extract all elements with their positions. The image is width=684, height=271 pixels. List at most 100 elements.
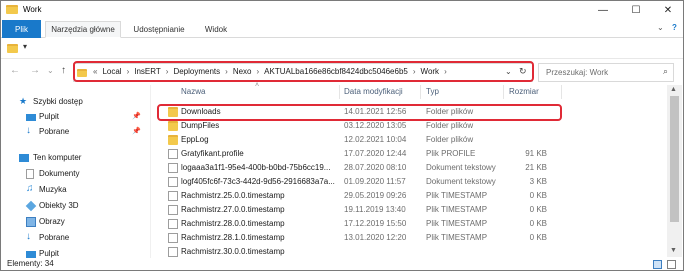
file-type: Folder plików [426,121,474,130]
qat-dropdown-icon[interactable]: ▾ [23,42,27,51]
desktop-icon [26,251,36,258]
tab-plik[interactable]: Plik [2,20,41,38]
tab-home[interactable]: Narzędzia główne [45,21,121,38]
pin-icon[interactable]: 📌 [132,112,141,120]
scrollbar-thumb[interactable] [670,96,679,222]
scroll-up-icon[interactable]: ▲ [670,86,677,93]
forward-icon[interactable]: → [30,65,40,76]
explorer-window: Work — ☐ ✕ Plik Narzędzia główne Udostęp… [0,0,684,271]
file-size: 0 KB [529,233,547,242]
file-name: Rachmistrz.27.0.0.timestamp [181,205,285,214]
up-icon[interactable]: ↑ [61,65,66,76]
column-header-type[interactable]: Typ [426,87,439,96]
file-list: Nazwa ˄ Data modyfikacji Typ Rozmiar Dow… [151,82,681,259]
file-modified: 17.12.2019 15:50 [344,219,407,228]
close-button[interactable]: ✕ [652,1,683,19]
file-name: logf405fc6f-73c3-442d-9d56-2916683a7a... [181,177,335,186]
minimize-button[interactable]: — [587,1,619,19]
file-type: Folder plików [426,135,474,144]
nav-item-pobrane[interactable]: ↓ Pobrane 📌 [1,125,149,139]
file-type: Dokument tekstowy [426,177,496,186]
nav-item-pobrane-pc[interactable]: ↓ Pobrane [1,231,149,245]
file-row[interactable]: DumpFiles 03.12.2020 13:05 Folder plików [151,119,651,132]
details-view-icon[interactable] [653,260,662,269]
nav-item-this-pc[interactable]: Ten komputer [1,151,149,165]
folder-icon [6,5,18,14]
file-row[interactable]: logf405fc6f-73c3-442d-9d56-2916683a7a...… [151,175,651,188]
file-row[interactable]: Rachmistrz.28.0.0.timestamp 17.12.2019 1… [151,217,651,230]
navigation-pane: ★ Szybki dostęp Pulpit 📌 ↓ Pobrane 📌 Ten… [1,85,149,259]
nav-item-obrazy[interactable]: Obrazy [1,215,149,229]
file-row[interactable]: Gratyfikant.profile 17.07.2020 12:44 Pli… [151,147,651,160]
file-icon [168,205,178,215]
file-type: Plik PROFILE [426,149,476,158]
text-file-icon [168,177,178,187]
file-size: 0 KB [529,205,547,214]
status-bar: Elementy: 34 [1,258,683,270]
file-name: DumpFiles [181,121,220,130]
ribbon-expand-icon[interactable]: ⌄ [657,23,664,32]
title-bar[interactable]: Work — ☐ ✕ [1,1,683,19]
file-modified: 13.01.2020 12:20 [344,233,407,242]
back-icon[interactable]: ← [10,65,20,76]
nav-item-quick-access[interactable]: ★ Szybki dostęp [1,95,149,109]
file-type: Dokument tekstowy [426,163,496,172]
file-name: Rachmistrz.25.0.0.timestamp [181,191,285,200]
nav-item-muzyka[interactable]: ♫ Muzyka [1,183,149,197]
folder-icon [168,135,178,145]
ribbon-tabs: Plik Narzędzia główne Udostępnianie Wido… [1,19,683,38]
pin-icon[interactable]: 📌 [132,127,141,135]
scroll-down-icon[interactable]: ▼ [670,247,677,254]
pictures-icon [26,217,36,227]
folder-icon [7,44,18,53]
tab-view[interactable]: Widok [197,21,235,38]
file-row[interactable]: logaaa3a1f1-95e4-400b-b0bd-75b6cc19... 2… [151,161,651,174]
column-header-size[interactable]: Rozmiar [509,87,539,96]
maximize-button[interactable]: ☐ [620,1,652,19]
documents-icon [26,169,34,179]
nav-item-dokumenty[interactable]: Dokumenty [1,167,149,181]
column-divider[interactable] [420,85,421,99]
nav-item-label: Pobrane [39,233,70,242]
file-row[interactable]: Rachmistrz.30.0.0.timestamp [151,245,651,257]
column-header-modified[interactable]: Data modyfikacji [344,87,403,96]
column-divider[interactable] [503,85,504,99]
file-type: Plik TIMESTAMP [426,191,488,200]
file-modified: 01.09.2020 11:57 [344,177,406,186]
row-highlight [157,104,562,121]
column-divider[interactable] [339,85,340,99]
file-row[interactable]: EppLog 12.02.2021 10:04 Folder plików [151,133,651,146]
file-modified: 28.07.2020 08:10 [344,163,407,172]
address-row: ← → ⌄ ↑ « Local › InsERT › Deployments ›… [1,60,683,84]
file-row[interactable]: Rachmistrz.27.0.0.timestamp 19.11.2019 1… [151,203,651,216]
star-icon: ★ [19,96,28,106]
file-row[interactable]: Rachmistrz.25.0.0.timestamp 29.05.2019 0… [151,189,651,202]
search-icon[interactable]: ⌕ [663,66,668,77]
help-icon[interactable]: ? [672,23,677,32]
large-icons-view-icon[interactable] [667,260,676,269]
column-divider[interactable] [561,85,562,99]
recent-locations-icon[interactable]: ⌄ [47,66,54,75]
download-icon: ↓ [26,125,31,136]
folder-icon [168,121,178,131]
file-size: 21 KB [525,163,547,172]
file-name: Rachmistrz.30.0.0.timestamp [181,247,285,256]
search-input[interactable]: Przeszukaj: Work ⌕ [538,63,674,82]
vertical-scrollbar[interactable]: ▲ ▼ [667,85,682,257]
desktop-icon [26,114,36,121]
file-icon [168,191,178,201]
tab-share[interactable]: Udostępnianie [125,21,193,38]
file-name: logaaa3a1f1-95e4-400b-b0bd-75b6cc19... [181,163,331,172]
quick-access-toolbar: ▾ [1,39,683,59]
nav-item-label: Pulpit [39,112,60,121]
nav-item-3d-objects[interactable]: Obiekty 3D [1,199,149,213]
nav-item-label: Pobrane [39,127,70,136]
file-modified: 03.12.2020 13:05 [344,121,407,130]
file-icon [168,149,178,159]
search-placeholder: Przeszukaj: Work [546,68,609,77]
nav-item-label: Pulpit [39,249,60,258]
file-name: Gratyfikant.profile [181,149,244,158]
file-row[interactable]: Rachmistrz.28.1.0.timestamp 13.01.2020 1… [151,231,651,244]
nav-item-pulpit[interactable]: Pulpit 📌 [1,110,149,124]
column-header-name[interactable]: Nazwa [181,87,205,96]
